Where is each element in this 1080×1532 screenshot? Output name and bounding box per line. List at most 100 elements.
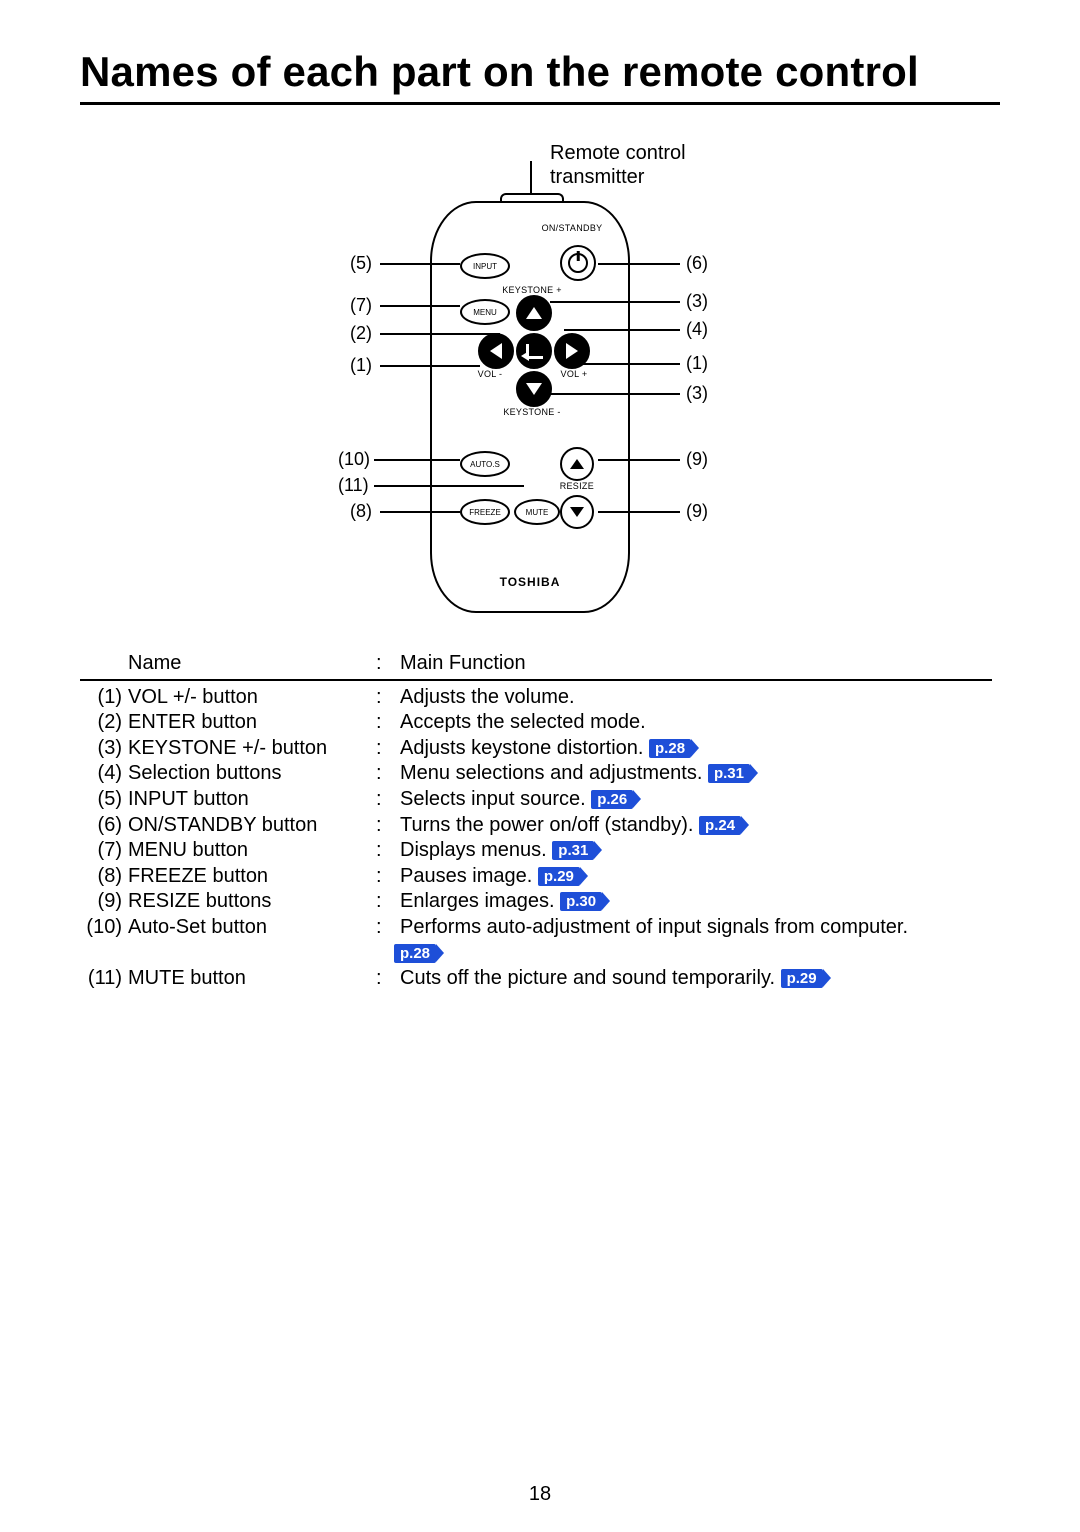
lead-line	[380, 333, 500, 335]
page-number: 18	[0, 1483, 1080, 1506]
callout-number: (1)	[686, 353, 708, 374]
lead-line	[380, 511, 460, 513]
page-ref[interactable]: p.31	[708, 764, 750, 783]
row-sep: :	[376, 966, 400, 992]
lead-line	[564, 329, 680, 331]
table-row: (9)RESIZE buttons:Enlarges images. p.30	[80, 889, 992, 915]
row-index: (7)	[80, 838, 128, 864]
row-name: INPUT button	[128, 787, 376, 813]
arrow-down-icon	[526, 383, 542, 395]
row-name: RESIZE buttons	[128, 889, 376, 915]
arrow-down-icon	[570, 507, 584, 517]
header-sep: :	[376, 651, 400, 677]
enter-button[interactable]	[516, 333, 552, 369]
lead-line	[598, 263, 680, 265]
lead-line	[374, 459, 460, 461]
row-sep: :	[376, 813, 400, 839]
page-ref[interactable]: p.28	[649, 739, 691, 758]
row-func-continued: p.28	[80, 941, 992, 967]
row-name: VOL +/- button	[128, 685, 376, 711]
page-ref[interactable]: p.29	[538, 867, 580, 886]
row-index: (11)	[80, 966, 128, 992]
row-index: (10)	[80, 915, 128, 941]
table-header-rule	[80, 679, 992, 681]
keystone-plus-button[interactable]	[516, 295, 552, 331]
on-standby-button[interactable]	[560, 245, 596, 281]
keystone-minus-button[interactable]	[516, 371, 552, 407]
enter-icon	[526, 344, 543, 359]
row-index: (2)	[80, 710, 128, 736]
table-row: (3)KEYSTONE +/- button:Adjusts keystone …	[80, 736, 992, 762]
callout-number: (11)	[338, 475, 369, 496]
auto-set-button[interactable]: AUTO.S	[460, 451, 510, 477]
page-ref[interactable]: p.28	[394, 944, 436, 963]
row-func: Pauses image. p.29	[400, 864, 992, 890]
row-sep: :	[376, 838, 400, 864]
resize-up-button[interactable]	[560, 447, 594, 481]
row-sep: :	[376, 915, 400, 941]
callout-number: (6)	[686, 253, 708, 274]
callout-number: (9)	[686, 501, 708, 522]
label-vol-plus: VOL +	[554, 369, 594, 379]
page-ref[interactable]: p.31	[552, 841, 594, 860]
lead-line	[374, 485, 524, 487]
callout-number: (5)	[350, 253, 372, 274]
table-row: (8)FREEZE button:Pauses image. p.29	[80, 864, 992, 890]
transmitter-label: Remote control transmitter	[550, 141, 686, 189]
lead-line	[380, 305, 460, 307]
table-row: (5)INPUT button:Selects input source. p.…	[80, 787, 992, 813]
row-func: Selects input source. p.26	[400, 787, 992, 813]
lead-line	[598, 459, 680, 461]
row-index: (6)	[80, 813, 128, 839]
label-vol-minus: VOL -	[470, 369, 510, 379]
mute-button[interactable]: MUTE	[514, 499, 560, 525]
lead-line	[380, 263, 460, 265]
arrow-up-icon	[526, 307, 542, 319]
row-index: (3)	[80, 736, 128, 762]
row-name: Selection buttons	[128, 761, 376, 787]
row-func: Turns the power on/off (standby). p.24	[400, 813, 992, 839]
page-ref[interactable]: p.26	[591, 790, 633, 809]
callout-number: (2)	[350, 323, 372, 344]
row-func: Enlarges images. p.30	[400, 889, 992, 915]
table-row: (10)Auto-Set button:Performs auto-adjust…	[80, 915, 992, 941]
menu-button[interactable]: MENU	[460, 299, 510, 325]
row-index: (8)	[80, 864, 128, 890]
row-index: (5)	[80, 787, 128, 813]
lead-line	[582, 363, 680, 365]
freeze-button[interactable]: FREEZE	[460, 499, 510, 525]
row-name: MENU button	[128, 838, 376, 864]
input-button-label: INPUT	[473, 262, 497, 271]
resize-down-button[interactable]	[560, 495, 594, 529]
table-row: (4)Selection buttons:Menu selections and…	[80, 761, 992, 787]
row-index: (4)	[80, 761, 128, 787]
vol-minus-button[interactable]	[478, 333, 514, 369]
row-index: (1)	[80, 685, 128, 711]
row-func: Performs auto-adjustment of input signal…	[400, 915, 992, 941]
callout-number: (1)	[350, 355, 372, 376]
label-keystone-plus: KEYSTONE +	[492, 285, 572, 295]
callout-number: (3)	[686, 291, 708, 312]
row-index: (9)	[80, 889, 128, 915]
input-button[interactable]: INPUT	[460, 253, 510, 279]
row-name: ENTER button	[128, 710, 376, 736]
table-row: (6)ON/STANDBY button:Turns the power on/…	[80, 813, 992, 839]
page-ref[interactable]: p.29	[781, 969, 823, 988]
callout-number: (4)	[686, 319, 708, 340]
lead-line	[550, 301, 680, 303]
row-sep: :	[376, 889, 400, 915]
brand-logo: TOSHIBA	[432, 575, 628, 589]
row-func: Adjusts the volume.	[400, 685, 992, 711]
callout-number: (9)	[686, 449, 708, 470]
table-header-row: Name : Main Function	[80, 651, 992, 677]
lead-line	[530, 161, 532, 195]
page-ref[interactable]: p.30	[560, 892, 602, 911]
callout-number: (10)	[338, 449, 370, 470]
parts-table: Name : Main Function (1)VOL +/- button:A…	[80, 651, 1000, 992]
page-ref[interactable]: p.24	[699, 816, 741, 835]
row-name: MUTE button	[128, 966, 376, 992]
row-sep: :	[376, 736, 400, 762]
table-row: (1)VOL +/- button:Adjusts the volume.	[80, 685, 992, 711]
header-func: Main Function	[400, 651, 992, 677]
arrow-up-icon	[570, 459, 584, 469]
